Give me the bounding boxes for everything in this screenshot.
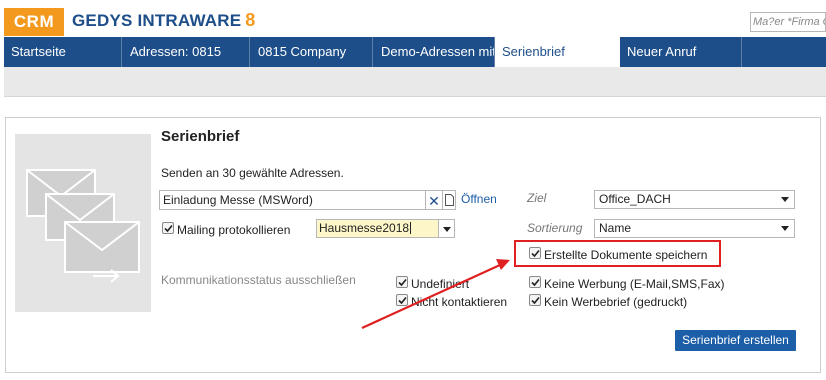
crm-logo: CRM (4, 8, 64, 36)
tab-adressen[interactable]: Adressen: 0815 (123, 37, 250, 67)
save-documents-label: Erstellte Dokumente speichern (544, 248, 708, 262)
tab-neuer-anruf[interactable]: Neuer Anruf (620, 37, 742, 67)
tab-company[interactable]: 0815 Company (251, 37, 373, 67)
tab-startseite[interactable]: Startseite (4, 37, 122, 67)
mailing-checkbox[interactable] (162, 222, 174, 234)
tab-demo-adressen[interactable]: Demo-Adressen mit (374, 37, 495, 67)
document-picker-icon[interactable] (442, 190, 456, 210)
status-undefiniert-checkbox[interactable] (396, 276, 408, 288)
envelope-icon (26, 169, 140, 283)
status-keine-werbung-label: Keine Werbung (E-Mail,SMS,Fax) (544, 277, 725, 291)
status-undefiniert-label: Undefiniert (411, 277, 470, 291)
mailing-checkbox-label: Mailing protokollieren (177, 223, 291, 237)
status-kein-werbebrief-label: Kein Werbebrief (gedruckt) (544, 295, 688, 309)
mailing-name-input[interactable]: Hausmesse2018 (316, 219, 439, 238)
toolbar-band (4, 67, 826, 97)
product-name: GEDYS INTRAWARE 8 (72, 10, 255, 31)
sort-select-value: Name (599, 221, 632, 235)
status-nicht-kontaktieren-label: Nicht kontaktieren (411, 295, 508, 309)
status-kein-werbebrief-checkbox[interactable] (529, 294, 541, 306)
tab-serienbrief[interactable]: Serienbrief (495, 37, 620, 67)
status-nicht-kontaktieren-checkbox[interactable] (396, 294, 408, 306)
document-field[interactable]: Einladung Messe (MSWord) (159, 190, 426, 210)
chevron-down-icon (443, 227, 451, 232)
target-select[interactable]: Office_DACH (594, 190, 795, 209)
app-header: CRM GEDYS INTRAWARE 8 Ma?er *Firma G (0, 0, 826, 36)
save-documents-checkbox[interactable] (529, 247, 541, 259)
sort-select[interactable]: Name (594, 219, 795, 238)
chevron-down-icon (781, 226, 789, 231)
target-label: Ziel (527, 191, 547, 205)
open-link[interactable]: Öffnen (461, 192, 497, 206)
status-keine-werbung-checkbox[interactable] (529, 276, 541, 288)
tab-bar: Startseite Adressen: 0815 0815 Company D… (4, 37, 826, 67)
clear-icon[interactable]: ✕ (426, 190, 442, 210)
mailing-dropdown-button[interactable] (439, 219, 455, 238)
target-select-value: Office_DACH (599, 192, 671, 206)
product-name-text: GEDYS INTRAWARE (72, 11, 242, 30)
page-title: Serienbrief (161, 128, 240, 145)
sort-label: Sortierung (527, 221, 583, 235)
recipients-info: Senden an 30 gewählte Adressen. (161, 166, 344, 180)
exclude-status-label: Kommunikationsstatus ausschließen (161, 273, 356, 287)
product-version: 8 (245, 10, 256, 30)
chevron-down-icon (781, 197, 789, 202)
create-serienbrief-button[interactable]: Serienbrief erstellen (675, 330, 796, 351)
search-input[interactable]: Ma?er *Firma G (750, 12, 826, 32)
mailing-name-value: Hausmesse2018 (319, 221, 410, 235)
envelopes-illustration (15, 134, 151, 312)
